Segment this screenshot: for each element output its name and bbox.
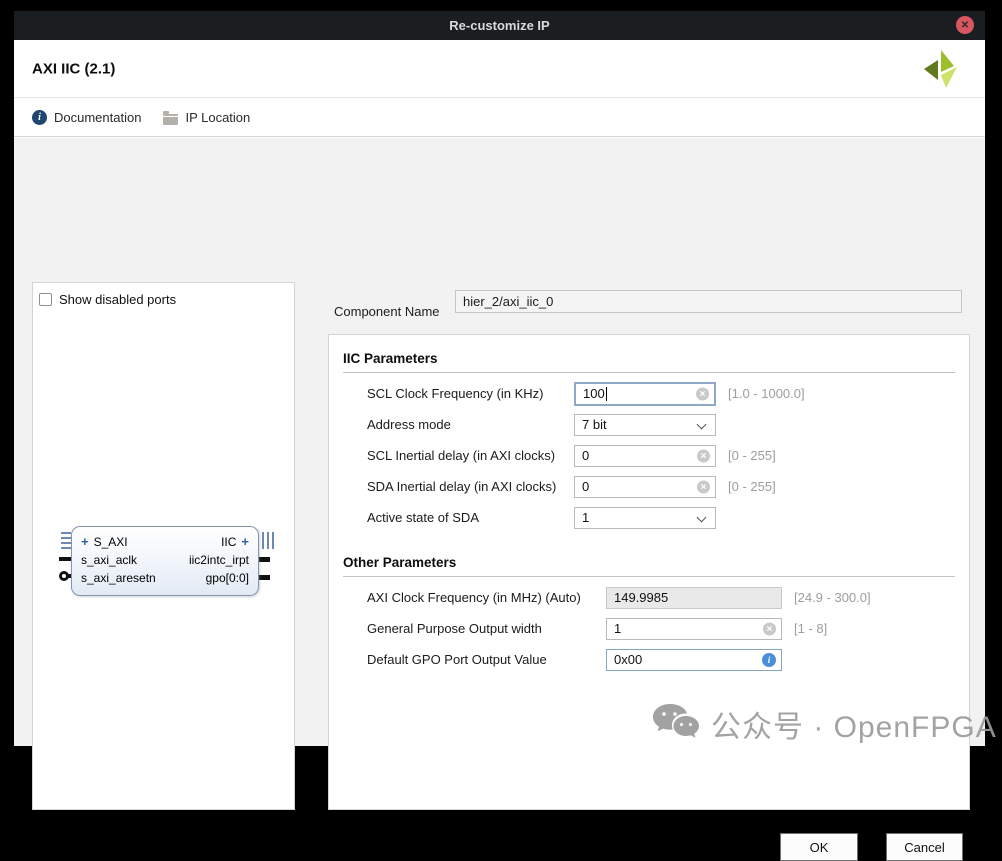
param-row: Default GPO Port Output Value 0x00 i bbox=[343, 644, 955, 675]
sda-inertial-delay-input[interactable]: 0 ✕ bbox=[574, 475, 716, 498]
dialog-toolbar: i Documentation IP Location bbox=[14, 99, 985, 137]
address-mode-select[interactable]: 7 bit bbox=[574, 413, 716, 436]
ip-location-label: IP Location bbox=[185, 110, 251, 125]
field-value: 0x00 bbox=[614, 652, 643, 667]
component-name-field[interactable]: hier_2/axi_iic_0 bbox=[455, 290, 962, 313]
component-name-label: Component Name bbox=[334, 304, 440, 319]
param-row: General Purpose Output width 1 ✕ [1 - 8] bbox=[343, 613, 955, 644]
chevron-down-icon bbox=[696, 419, 707, 429]
documentation-link[interactable]: i Documentation bbox=[32, 110, 141, 125]
recustomize-ip-dialog: Re-customize IP ✕ AXI IIC (2.1) i Docume… bbox=[14, 11, 985, 861]
param-label: SCL Inertial delay (in AXI clocks) bbox=[367, 448, 556, 463]
section-divider bbox=[343, 372, 955, 373]
param-row: Address mode 7 bit bbox=[343, 409, 955, 440]
ip-name-title: AXI IIC (2.1) bbox=[32, 60, 116, 77]
range-hint: [0 - 255] bbox=[728, 479, 776, 494]
show-disabled-ports-label: Show disabled ports bbox=[59, 292, 177, 307]
param-label: General Purpose Output width bbox=[367, 621, 542, 636]
default-gpo-value-input[interactable]: 0x00 i bbox=[606, 648, 782, 671]
ip-location-link[interactable]: IP Location bbox=[163, 110, 250, 125]
param-label: SCL Clock Frequency (in KHz) bbox=[367, 386, 544, 401]
other-parameters-section: Other Parameters AXI Clock Frequency (in… bbox=[343, 533, 955, 675]
field-value: 149.9985 bbox=[614, 590, 669, 605]
show-disabled-ports-checkbox[interactable] bbox=[39, 293, 52, 306]
field-value: 1 bbox=[582, 510, 590, 525]
range-hint: [1.0 - 1000.0] bbox=[728, 386, 805, 401]
port-label-iic2intc-irpt: iic2intc_irpt bbox=[188, 552, 249, 567]
dialog-header: AXI IIC (2.1) bbox=[14, 40, 985, 98]
irq-pin-stub bbox=[259, 557, 270, 562]
s-axi-interface-stub bbox=[61, 532, 71, 549]
param-row: SCL Clock Frequency (in KHz) 100 ✕ [1.0 … bbox=[343, 378, 955, 409]
param-row: SCL Inertial delay (in AXI clocks) 0 ✕ [… bbox=[343, 440, 955, 471]
titlebar: Re-customize IP ✕ bbox=[14, 11, 985, 40]
gpo-width-input[interactable]: 1 ✕ bbox=[606, 617, 782, 640]
section-title: Other Parameters bbox=[343, 555, 457, 570]
port-row: + S_AXI IIC + bbox=[81, 533, 249, 550]
ip-block: + S_AXI IIC + s_axi_aclk iic2intc_irpt s… bbox=[71, 526, 259, 596]
range-hint: [0 - 255] bbox=[728, 448, 776, 463]
param-row: AXI Clock Frequency (in MHz) (Auto) 149.… bbox=[343, 582, 955, 613]
dialog-content: Show disabled ports + S_AXI IIC + s_axi_… bbox=[14, 138, 985, 861]
field-value: 0 bbox=[582, 479, 590, 494]
iic-parameters-section: IIC Parameters SCL Clock Frequency (in K… bbox=[343, 335, 955, 533]
param-row: Active state of SDA 1 bbox=[343, 502, 955, 533]
port-row: s_axi_aclk iic2intc_irpt bbox=[81, 551, 249, 568]
iic-interface-stub bbox=[262, 532, 274, 549]
active-state-of-sda-select[interactable]: 1 bbox=[574, 506, 716, 529]
chevron-down-icon bbox=[696, 512, 707, 522]
param-label: AXI Clock Frequency (in MHz) (Auto) bbox=[367, 590, 581, 605]
port-label-iic: IIC bbox=[221, 534, 237, 549]
show-disabled-ports-checkbox-row[interactable]: Show disabled ports bbox=[39, 292, 176, 307]
port-label-gpo: gpo[0:0] bbox=[205, 570, 249, 585]
param-label: Address mode bbox=[367, 417, 451, 432]
range-hint: [24.9 - 300.0] bbox=[794, 590, 871, 605]
port-row: s_axi_aresetn gpo[0:0] bbox=[81, 569, 249, 586]
info-icon: i bbox=[762, 652, 776, 667]
section-title: IIC Parameters bbox=[343, 351, 438, 366]
scl-inertial-delay-input[interactable]: 0 ✕ bbox=[574, 444, 716, 467]
port-label-s-axi-aresetn: s_axi_aresetn bbox=[81, 570, 156, 585]
parameters-panel: IIC Parameters SCL Clock Frequency (in K… bbox=[328, 334, 970, 810]
param-label: Active state of SDA bbox=[367, 510, 479, 525]
gpo-pin-stub bbox=[259, 575, 270, 580]
close-icon: ✕ bbox=[960, 19, 970, 31]
dialog-title: Re-customize IP bbox=[449, 18, 550, 33]
param-row: SDA Inertial delay (in AXI clocks) 0 ✕ [… bbox=[343, 471, 955, 502]
param-label: Default GPO Port Output Value bbox=[367, 652, 547, 667]
clear-icon[interactable]: ✕ bbox=[697, 449, 710, 462]
port-label-s-axi-aclk: s_axi_aclk bbox=[81, 552, 138, 567]
scl-clock-frequency-input[interactable]: 100 ✕ bbox=[574, 381, 716, 406]
field-value: 1 bbox=[614, 621, 622, 636]
field-value: 0 bbox=[582, 448, 590, 463]
text-caret bbox=[605, 386, 607, 401]
expand-plus-icon[interactable]: + bbox=[241, 534, 249, 549]
param-label: SDA Inertial delay (in AXI clocks) bbox=[367, 479, 557, 494]
range-hint: [1 - 8] bbox=[794, 621, 828, 636]
field-value: 7 bit bbox=[582, 417, 607, 432]
port-label-s-axi: S_AXI bbox=[93, 534, 128, 549]
clear-icon[interactable]: ✕ bbox=[763, 622, 776, 635]
info-icon: i bbox=[32, 110, 47, 125]
block-preview-panel: Show disabled ports + S_AXI IIC + s_axi_… bbox=[32, 282, 295, 810]
clear-icon[interactable]: ✕ bbox=[697, 480, 710, 493]
ip-block-diagram: + S_AXI IIC + s_axi_aclk iic2intc_irpt s… bbox=[59, 519, 275, 603]
close-button[interactable]: ✕ bbox=[956, 16, 974, 34]
xilinx-logo-icon bbox=[924, 50, 957, 88]
cancel-button[interactable]: Cancel bbox=[886, 833, 963, 861]
clear-icon[interactable]: ✕ bbox=[696, 387, 709, 400]
folder-icon bbox=[163, 110, 179, 125]
section-divider bbox=[343, 576, 955, 577]
documentation-label: Documentation bbox=[54, 110, 142, 125]
ok-button[interactable]: OK bbox=[780, 833, 858, 861]
axi-clock-frequency-field: 149.9985 bbox=[606, 586, 782, 609]
expand-plus-icon[interactable]: + bbox=[81, 534, 89, 549]
field-value: 100 bbox=[583, 386, 605, 401]
